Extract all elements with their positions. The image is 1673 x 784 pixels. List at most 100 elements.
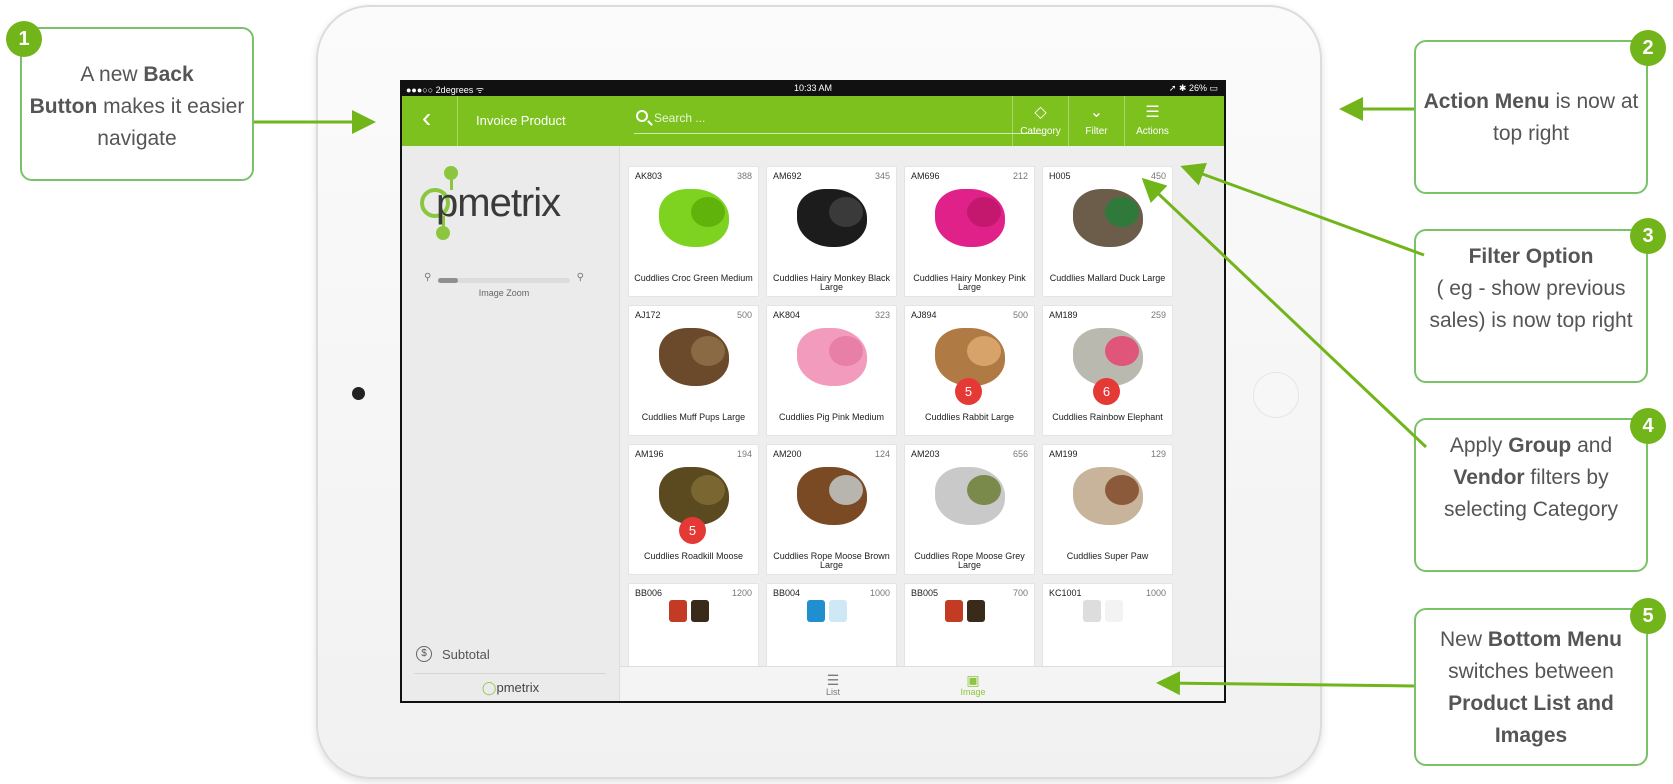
app-bar: ‹ Invoice Product ◇ Category ⌄ Filter ☰ …: [402, 96, 1224, 146]
order-count-badge: 5: [955, 378, 982, 405]
menu-icon: ☰: [1145, 104, 1160, 121]
actions-button[interactable]: ☰ Actions: [1124, 96, 1180, 146]
callout-text: Apply: [1449, 434, 1509, 457]
search-input[interactable]: [654, 107, 1034, 129]
product-name: Cuddlies Hairy Monkey Black Large: [772, 273, 891, 292]
product-stock: 700: [1012, 588, 1028, 598]
filter-button[interactable]: ⌄ Filter: [1068, 96, 1124, 146]
zoom-in-icon[interactable]: ⚲: [577, 272, 584, 283]
product-name: Cuddlies Rabbit Large: [924, 412, 1015, 422]
product-sku: H005: [1049, 171, 1071, 181]
category-label: Category: [1020, 126, 1061, 137]
product-image-detail: [691, 600, 709, 622]
tag-icon: ◇: [1034, 104, 1047, 121]
callout-bold: Menu: [1567, 628, 1622, 651]
product-card[interactable]: AM189 259 Cuddlies Rainbow Elephant 6: [1042, 305, 1173, 436]
product-stock: 450: [1150, 171, 1166, 181]
home-button[interactable]: [1253, 372, 1299, 418]
product-card[interactable]: H005 450 Cuddlies Mallard Duck Large: [1042, 166, 1173, 297]
callout-back-button: A new Back Button makes it easier naviga…: [20, 27, 254, 181]
product-card[interactable]: AM200 124 Cuddlies Rope Moose Brown Larg…: [766, 444, 897, 575]
product-card[interactable]: AK804 323 Cuddlies Pig Pink Medium: [766, 305, 897, 436]
product-name: Cuddlies Rope Moose Grey Large: [914, 551, 1025, 570]
product-image-detail: [829, 600, 847, 622]
product-card[interactable]: AJ894 500 Cuddlies Rabbit Large 5: [904, 305, 1035, 436]
tab-image-label: Image: [960, 687, 986, 697]
page-title: Invoice Product: [476, 113, 566, 128]
search-bar[interactable]: [634, 106, 1042, 134]
product-name: Cuddlies Rainbow Elephant: [1052, 412, 1163, 422]
logo-text: pmetrix: [436, 181, 561, 225]
bottom-menu: ☰ List ▣ Image: [620, 666, 1224, 701]
product-sku: BB006: [635, 588, 663, 598]
product-card[interactable]: AM692 345 Cuddlies Hairy Monkey Black La…: [766, 166, 897, 297]
callout-bold: Action Menu: [1423, 90, 1550, 113]
product-stock: 124: [874, 449, 890, 459]
product-stock: 656: [1012, 449, 1028, 459]
product-image-detail: [691, 475, 725, 505]
tab-image[interactable]: ▣ Image: [918, 667, 1028, 701]
battery: ➚ ✱ 26% ▭: [1168, 83, 1218, 93]
zoom-track[interactable]: [438, 278, 570, 283]
order-count-badge: 5: [679, 517, 706, 544]
back-button[interactable]: ‹: [402, 96, 458, 146]
chevron-down-icon: ⌄: [1089, 104, 1104, 121]
callout-number-3: 3: [1630, 218, 1666, 254]
product-image-detail: [1105, 475, 1139, 505]
product-stock: 1000: [1145, 588, 1166, 598]
footer-logo-text: pmetrix: [496, 680, 540, 695]
product-image: [669, 600, 687, 622]
product-stock: 345: [874, 171, 890, 181]
product-name: Cuddlies Rope Moose Brown Large: [773, 551, 890, 570]
app-screen: ●●●○○ 2degrees ᯤ 10:33 AM ➚ ✱ 26% ▭ ‹ In…: [400, 80, 1226, 703]
product-sku: AK804: [773, 310, 801, 320]
callout-number-5: 5: [1630, 598, 1666, 634]
product-name: Cuddlies Hairy Monkey Pink Large: [913, 273, 1026, 292]
product-sku: AK803: [635, 171, 663, 181]
product-stock: 212: [1012, 171, 1028, 181]
chevron-left-icon: ‹: [422, 102, 432, 133]
product-card[interactable]: AM203 656 Cuddlies Rope Moose Grey Large: [904, 444, 1035, 575]
subtotal-row[interactable]: $ Subtotal: [414, 644, 606, 674]
product-card[interactable]: AJ172 500 Cuddlies Muff Pups Large: [628, 305, 759, 436]
callout-group-vendor: Apply Group and Vendor filters by select…: [1414, 418, 1648, 572]
zoom-out-icon[interactable]: ⚲: [424, 272, 431, 283]
product-sku: AM196: [635, 449, 664, 459]
product-image-detail: [829, 336, 863, 366]
product-sku: BB004: [773, 588, 801, 598]
callout-action-menu: Action Menu is now at top right: [1414, 40, 1648, 194]
actions-label: Actions: [1136, 126, 1169, 137]
footer-logo: ◯pmetrix: [402, 680, 619, 696]
product-stock: 323: [874, 310, 890, 320]
callout-text: switches between: [1448, 660, 1614, 683]
callout-bold: Bottom: [1487, 628, 1562, 651]
image-zoom-slider[interactable]: ⚲ ⚲ Image Zoom: [424, 272, 584, 304]
product-sku: AM692: [773, 171, 802, 181]
product-card[interactable]: AM196 194 Cuddlies Roadkill Moose 5: [628, 444, 759, 575]
product-name: Cuddlies Muff Pups Large: [641, 412, 746, 422]
product-name: Cuddlies Croc Green Medium: [634, 273, 753, 283]
product-stock: 500: [736, 310, 752, 320]
product-sku: AJ894: [911, 310, 937, 320]
category-button[interactable]: ◇ Category: [1012, 96, 1068, 146]
product-stock: 1200: [731, 588, 752, 598]
callout-bold: Back: [143, 63, 194, 86]
callout-text: New: [1439, 628, 1488, 651]
tab-list[interactable]: ☰ List: [778, 667, 888, 701]
callout-text: A new: [80, 63, 144, 86]
product-card[interactable]: AK803 388 Cuddlies Croc Green Medium: [628, 166, 759, 297]
search-icon: [636, 110, 648, 122]
list-icon: ☰: [826, 672, 840, 688]
zoom-fill: [438, 278, 458, 283]
product-sku: AM200: [773, 449, 802, 459]
callout-number-2: 2: [1630, 30, 1666, 66]
product-sku: AM696: [911, 171, 940, 181]
product-image-detail: [967, 336, 1001, 366]
logo-ring-icon: ◯: [481, 680, 497, 695]
product-name: Cuddlies Roadkill Moose: [643, 551, 744, 561]
product-card[interactable]: AM696 212 Cuddlies Hairy Monkey Pink Lar…: [904, 166, 1035, 297]
product-name: Cuddlies Pig Pink Medium: [778, 412, 885, 422]
product-card[interactable]: AM199 129 Cuddlies Super Paw: [1042, 444, 1173, 575]
callout-bold: Button: [29, 95, 98, 118]
callout-text: ( eg - show previous sales) is now top r…: [1429, 277, 1633, 332]
